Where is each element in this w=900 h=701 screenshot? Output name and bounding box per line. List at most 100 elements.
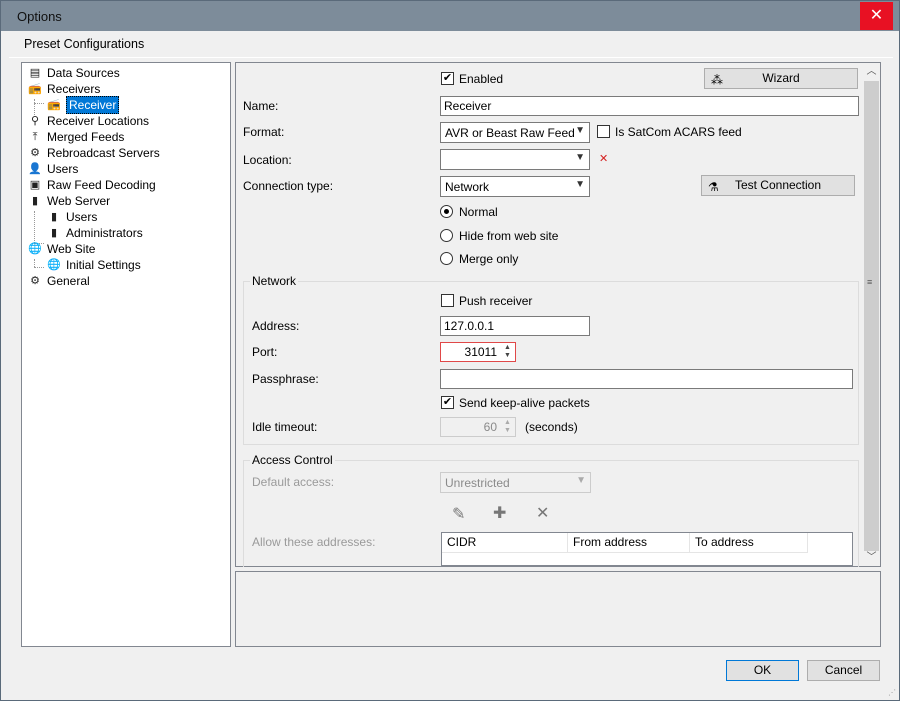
tree-item-initial-settings[interactable]: 🌐 Initial Settings: [47, 257, 141, 273]
format-select[interactable]: AVR or Beast Raw Feed ▼: [440, 122, 590, 143]
connection-type-select[interactable]: Network ▼: [440, 176, 590, 197]
tree-item-receivers[interactable]: 📻 Receivers: [28, 81, 100, 97]
connection-type-label: Connection type:: [243, 179, 334, 193]
chevron-down-icon: ▼: [575, 125, 585, 136]
spin-arrows-icon[interactable]: ▲ ▼: [501, 344, 514, 360]
grid-header-to-address[interactable]: To address: [690, 533, 808, 553]
decoding-icon: ▣: [29, 179, 41, 191]
allowed-addresses-grid[interactable]: CIDR From address To address: [441, 532, 853, 566]
tree-item-web-server[interactable]: ▮ Web Server: [28, 193, 110, 209]
normal-radio-label: Normal: [459, 205, 498, 219]
add-plus-icon[interactable]: ✚: [493, 503, 506, 523]
ok-button[interactable]: OK: [726, 660, 799, 681]
cancel-button[interactable]: Cancel: [807, 660, 880, 681]
tree-item-raw-feed-decoding[interactable]: ▣ Raw Feed Decoding: [28, 177, 156, 193]
idle-timeout-unit: (seconds): [525, 420, 578, 434]
user-icon: 👤: [28, 163, 42, 175]
passphrase-input[interactable]: [440, 369, 853, 389]
tree-item-receiver-locations[interactable]: ⚲ Receiver Locations: [28, 113, 149, 129]
chevron-down-icon: ▼: [576, 475, 586, 486]
hide-from-web-site-radio[interactable]: [440, 229, 453, 242]
tree-item-merged-feeds[interactable]: ⤒ Merged Feeds: [28, 129, 125, 145]
port-label: Port:: [252, 345, 278, 359]
location-select[interactable]: ▼: [440, 149, 590, 170]
preset-configurations-menu[interactable]: Preset Configurations: [24, 37, 144, 51]
satcom-checkbox[interactable]: [597, 125, 610, 138]
scroll-grip-icon: ≡: [867, 277, 873, 287]
satcom-label: Is SatCom ACARS feed: [615, 125, 742, 139]
gear-icon: ⚙: [30, 275, 40, 287]
location-pin-icon: ⚲: [30, 115, 40, 127]
options-tree[interactable]: ▤ Data Sources 📻 Receivers 📻 Receiver ⚲ …: [21, 62, 231, 647]
scroll-down-icon[interactable]: ﹀: [863, 549, 880, 566]
network-group-title: Network: [250, 274, 299, 288]
server-icon: ▮: [50, 227, 58, 239]
idle-timeout-stepper[interactable]: 60 ▲ ▼: [440, 417, 516, 437]
globe-icon: 🌐: [47, 259, 61, 271]
passphrase-label: Passphrase:: [252, 372, 319, 386]
tree-item-web-server-users[interactable]: ▮ Users: [47, 209, 97, 225]
default-access-select[interactable]: Unrestricted ▼: [440, 472, 591, 493]
push-receiver-checkbox[interactable]: [441, 294, 454, 307]
divider: [9, 57, 893, 58]
merge-only-radio[interactable]: [440, 252, 453, 265]
tree-item-data-sources[interactable]: ▤ Data Sources: [28, 65, 120, 81]
keep-alive-label: Send keep-alive packets: [459, 396, 590, 410]
tree-item-general[interactable]: ⚙ General: [28, 273, 90, 289]
tree-line: [34, 211, 35, 243]
format-label: Format:: [243, 125, 285, 139]
radio-icon: 📻: [47, 99, 61, 111]
address-label: Address:: [252, 319, 300, 333]
name-input[interactable]: Receiver: [440, 96, 859, 116]
tree-line: [34, 259, 35, 267]
merge-radio-label: Merge only: [459, 252, 519, 266]
location-label: Location:: [243, 153, 292, 167]
enabled-checkbox[interactable]: ✔: [441, 72, 454, 85]
test-connection-button[interactable]: ⚗ Test Connection: [701, 175, 855, 196]
tree-item-rebroadcast-servers[interactable]: ⚙ Rebroadcast Servers: [28, 145, 160, 161]
flask-icon: ⚗: [708, 180, 719, 194]
title-bar[interactable]: Options ✕: [1, 1, 899, 31]
grid-header-cidr[interactable]: CIDR: [442, 533, 568, 553]
close-button[interactable]: ✕: [860, 2, 893, 30]
enabled-label: Enabled: [459, 72, 504, 86]
name-label: Name:: [243, 99, 279, 113]
chevron-down-icon: ▼: [575, 179, 585, 190]
wizard-button[interactable]: ⁂ Wizard: [704, 68, 858, 89]
server-icon: ▮: [50, 211, 58, 223]
delete-x-icon[interactable]: ✕: [536, 503, 549, 523]
wizard-wand-icon: ⁂: [711, 73, 723, 87]
keep-alive-checkbox[interactable]: ✔: [441, 396, 454, 409]
panel-scrollbar[interactable]: ︿ ≡ ﹀: [863, 63, 880, 566]
push-receiver-label: Push receiver: [459, 294, 533, 308]
gears-icon: ⚙: [30, 147, 40, 159]
edit-pencil-icon[interactable]: ✎: [452, 504, 465, 524]
idle-timeout-label: Idle timeout:: [252, 420, 318, 434]
scroll-up-icon[interactable]: ︿: [863, 63, 880, 80]
normal-radio[interactable]: [440, 205, 453, 218]
port-stepper[interactable]: 31011 ▲ ▼: [440, 342, 516, 362]
options-window: Options ✕ Preset Configurations ▤ Data S…: [0, 0, 900, 701]
tree-item-users[interactable]: 👤 Users: [28, 161, 78, 177]
spin-arrows-icon[interactable]: ▲ ▼: [501, 419, 514, 435]
document-icon: ▤: [29, 67, 41, 79]
globe-icon: 🌐: [28, 243, 42, 255]
description-panel: [235, 571, 881, 647]
resize-grip-icon[interactable]: ⋰: [888, 688, 896, 697]
tree-item-administrators[interactable]: ▮ Administrators: [47, 225, 143, 241]
server-icon: ▮: [31, 195, 39, 207]
tree-line: [34, 103, 44, 104]
address-input[interactable]: 127.0.0.1: [440, 316, 590, 336]
tree-line: [34, 267, 44, 268]
default-access-label: Default access:: [252, 475, 335, 489]
chevron-down-icon: ▼: [575, 152, 585, 163]
tree-item-web-site[interactable]: 🌐 Web Site: [28, 241, 95, 257]
scroll-thumb[interactable]: [864, 81, 879, 551]
grid-header-from-address[interactable]: From address: [568, 533, 690, 553]
tree-item-receiver[interactable]: 📻 Receiver: [47, 96, 120, 114]
allow-addresses-label: Allow these addresses:: [252, 535, 376, 549]
window-title: Options: [17, 9, 62, 24]
hide-radio-label: Hide from web site: [459, 229, 559, 243]
clear-location-icon[interactable]: ✕: [599, 152, 608, 165]
merge-arrows-icon: ⤒: [32, 131, 38, 143]
